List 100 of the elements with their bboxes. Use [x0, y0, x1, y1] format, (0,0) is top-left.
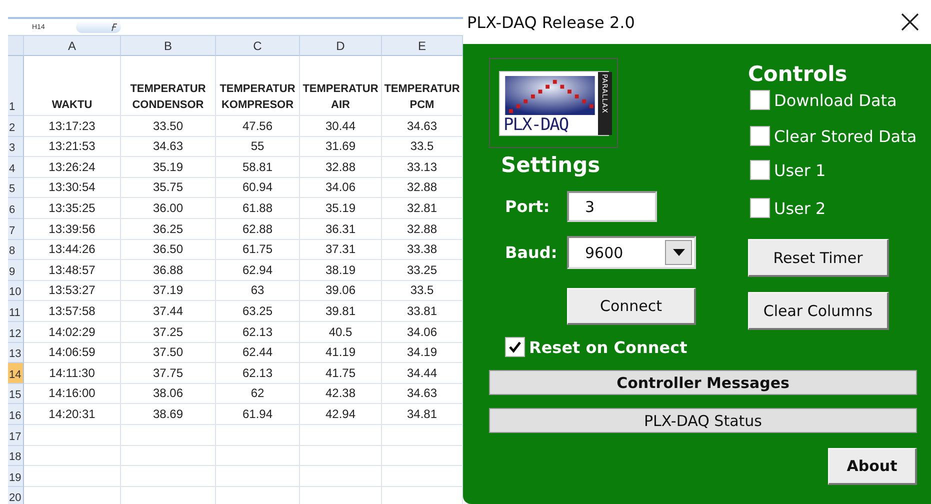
table-cell: 32.88: [406, 220, 438, 237]
table-cell: 55: [250, 138, 264, 154]
row-header[interactable]: 19: [8, 466, 24, 487]
table-cell: 36.50: [152, 241, 184, 258]
row-header[interactable]: 9: [8, 260, 24, 281]
row-header[interactable]: 7: [8, 218, 24, 240]
row-header[interactable]: 6: [8, 198, 24, 219]
table-cell: 62: [250, 385, 264, 402]
baud-dropdown[interactable]: 9600: [567, 236, 696, 269]
table-cell: 37.50: [152, 344, 184, 360]
table-cell: 63: [250, 282, 264, 298]
table-cell: 62.13: [242, 324, 273, 340]
table-cell: 14:06:59: [48, 344, 96, 360]
checkbox-label: Reset on Connect: [529, 338, 688, 356]
table-cell: 13:17:23: [48, 118, 96, 134]
formula-button[interactable]: [76, 21, 121, 33]
checkbox-label: User 2: [774, 198, 826, 218]
column-header[interactable]: A: [24, 36, 121, 56]
checkbox[interactable]: [750, 90, 770, 110]
checkbox[interactable]: [750, 126, 770, 146]
baud-input[interactable]: 9600: [569, 242, 659, 262]
column-header[interactable]: C: [216, 36, 300, 56]
column-title: TEMPERATUR AIR: [302, 82, 380, 113]
controller-messages-bar: Controller Messages: [489, 370, 917, 395]
row-header[interactable]: 14: [8, 363, 24, 384]
table-cell: 34.06: [406, 324, 438, 340]
table-cell: 13:26:24: [48, 158, 96, 175]
control-button[interactable]: Clear Columns: [748, 292, 889, 330]
column-title: TEMPERATUR PCM: [383, 82, 461, 113]
column-header[interactable]: D: [300, 36, 382, 56]
table-cell: 32.88: [406, 179, 438, 196]
row-header[interactable]: 1: [8, 56, 24, 116]
table-cell: 34.44: [406, 364, 438, 381]
table-cell: 33.5: [410, 138, 434, 154]
row-header[interactable]: 15: [8, 384, 24, 404]
column-header[interactable]: B: [121, 36, 216, 56]
row-header[interactable]: 18: [8, 446, 24, 466]
checkbox[interactable]: [750, 198, 770, 218]
table-cell: 14:11:30: [49, 364, 95, 381]
table-cell: 14:02:29: [48, 324, 96, 340]
row-header[interactable]: 5: [8, 178, 24, 198]
port-field[interactable]: 3: [567, 191, 657, 222]
row-header[interactable]: 8: [8, 240, 24, 260]
checkbox-label: Download Data: [774, 90, 897, 110]
checkbox-label: Clear Stored Data: [774, 126, 917, 146]
function-icon: [111, 23, 117, 31]
row-header[interactable]: 2: [8, 116, 24, 137]
table-cell: 33.13: [406, 158, 438, 175]
row-header[interactable]: 17: [8, 424, 24, 446]
table-cell: 36.25: [152, 220, 184, 237]
row-header[interactable]: 13: [8, 342, 24, 364]
table-cell: 35.75: [152, 179, 184, 196]
controls-heading: Controls: [748, 62, 848, 86]
table-cell: 62.88: [242, 220, 273, 237]
checkbox-label: User 1: [774, 160, 826, 180]
table-cell: 37.31: [325, 241, 356, 258]
table-cell: 33.5: [410, 282, 434, 298]
table-cell: 34.06: [325, 179, 356, 196]
select-all-corner[interactable]: [8, 36, 24, 56]
table-cell: 14:16:00: [48, 385, 96, 402]
row-header[interactable]: 4: [8, 157, 24, 178]
table-cell: 42.38: [325, 385, 356, 402]
column-header[interactable]: E: [382, 36, 463, 56]
table-cell: 32.88: [325, 158, 356, 175]
row-header[interactable]: 12: [8, 322, 24, 343]
checkbox[interactable]: [505, 337, 525, 357]
row-header[interactable]: 11: [8, 301, 24, 322]
table-cell: 39.81: [325, 302, 356, 319]
table-cell: 41.19: [325, 344, 356, 360]
row-header[interactable]: 10: [8, 280, 24, 302]
table-cell: 37.44: [152, 302, 184, 319]
table-cell: 31.69: [325, 138, 356, 154]
table-cell: 33.25: [406, 262, 438, 278]
checkbox[interactable]: [750, 160, 770, 180]
column-title: TEMPERATUR CONDENSOR: [129, 82, 207, 113]
control-button[interactable]: Reset Timer: [748, 239, 889, 277]
table-cell: 13:53:27: [48, 282, 96, 298]
table-cell: 36.00: [152, 200, 184, 216]
logo-text: PLX-DAQ: [504, 114, 570, 134]
row-header[interactable]: 3: [8, 136, 24, 158]
table-cell: 35.19: [325, 200, 356, 216]
table-cell: 34.63: [152, 138, 184, 154]
table-cell: 40.5: [328, 324, 352, 340]
row-header[interactable]: 16: [8, 404, 24, 425]
table-cell: 62.44: [242, 344, 273, 360]
table-cell: 58.81: [242, 158, 273, 175]
about-button[interactable]: About: [828, 448, 917, 485]
table-cell: 35.19: [152, 158, 184, 175]
table-cell: 61.88: [242, 200, 273, 216]
row-header[interactable]: 20: [8, 486, 24, 504]
table-cell: 38.06: [152, 385, 184, 402]
status-bar: PLX-DAQ Status: [489, 408, 917, 433]
wave-graphic-icon: [504, 76, 596, 114]
table-cell: 13:30:54: [48, 179, 96, 196]
table-cell: 63.25: [242, 302, 273, 319]
table-cell: 13:35:25: [48, 200, 96, 216]
table-cell: 13:44:26: [48, 241, 96, 258]
connect-button[interactable]: Connect: [567, 288, 696, 325]
table-cell: 36.31: [325, 220, 356, 237]
table-cell: 38.19: [325, 262, 356, 278]
